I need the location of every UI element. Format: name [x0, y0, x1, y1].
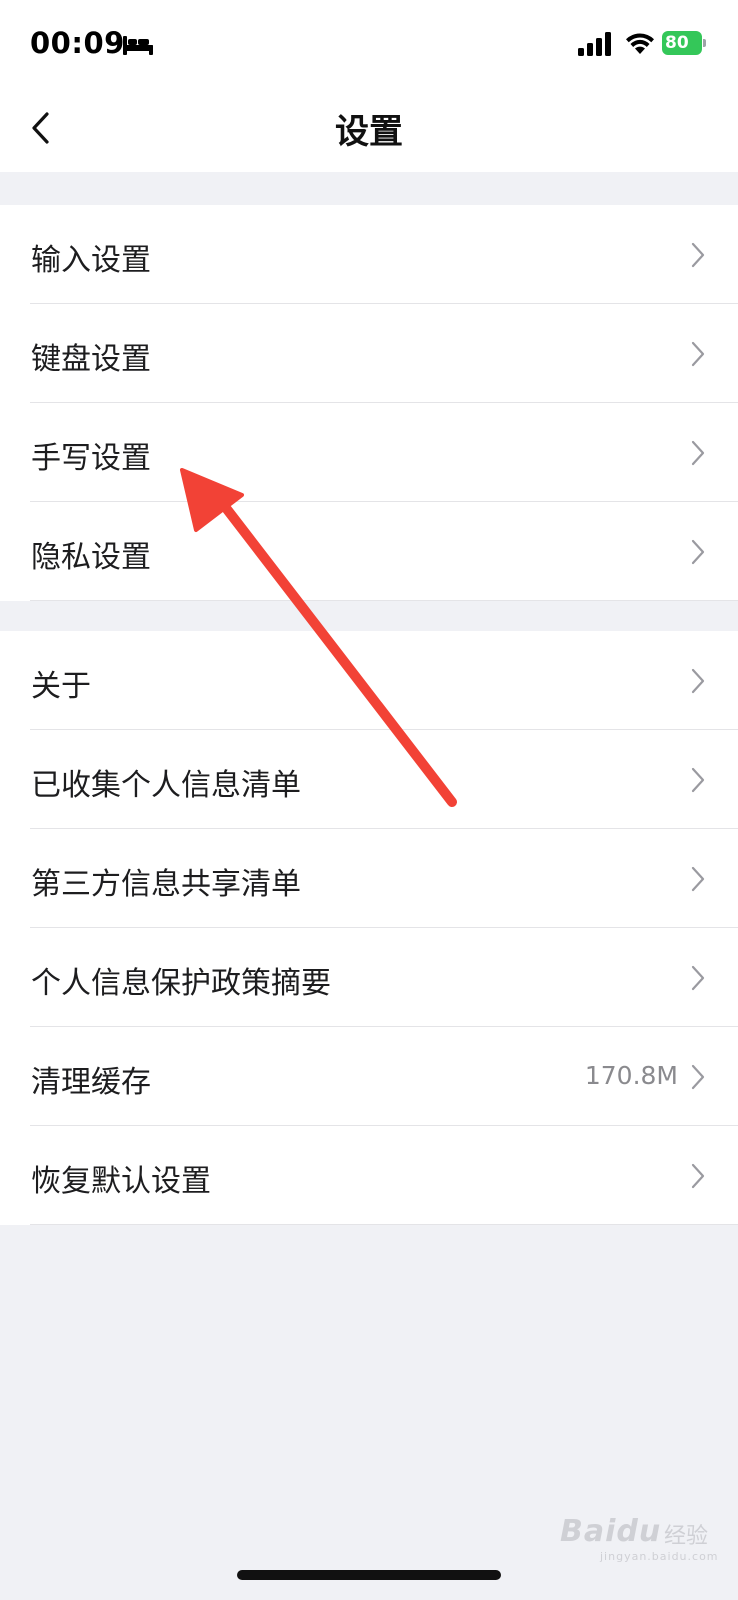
battery-icon: 80 [662, 31, 706, 55]
settings-row-label: 第三方信息共享清单 [31, 867, 301, 902]
settings-row-label: 个人信息保护政策摘要 [31, 966, 331, 1001]
watermark-cn: 经验 [664, 1524, 709, 1549]
settings-row-about[interactable]: 关于 [0, 631, 738, 730]
bed-icon [123, 36, 153, 55]
settings-row-label: 隐私设置 [31, 540, 151, 575]
settings-row-input[interactable]: 输入设置 [0, 205, 738, 304]
chevron-right-icon [691, 341, 705, 367]
chevron-right-icon [691, 668, 705, 694]
wifi-icon [626, 33, 654, 54]
settings-row-label: 清理缓存 [31, 1065, 151, 1100]
watermark-url: jingyan.baidu.com [600, 1550, 719, 1563]
chevron-right-icon [691, 965, 705, 991]
settings-row-clear-cache[interactable]: 清理缓存 170.8M [0, 1027, 738, 1126]
home-indicator [237, 1570, 501, 1580]
chevron-right-icon [691, 1064, 705, 1090]
settings-row-third-party-sharing[interactable]: 第三方信息共享清单 [0, 829, 738, 928]
chevron-right-icon [691, 242, 705, 268]
chevron-right-icon [691, 440, 705, 466]
settings-row-label: 键盘设置 [31, 342, 151, 377]
settings-row-collected-info[interactable]: 已收集个人信息清单 [0, 730, 738, 829]
battery-tip [703, 39, 706, 47]
status-time: 00:09 [30, 26, 125, 60]
settings-row-privacy[interactable]: 隐私设置 [0, 502, 738, 601]
settings-row-label: 关于 [31, 669, 91, 704]
watermark-brand: Baidu [560, 1514, 662, 1549]
settings-row-restore-defaults[interactable]: 恢复默认设置 [0, 1126, 738, 1225]
chevron-right-icon [691, 539, 705, 565]
settings-row-label: 输入设置 [31, 243, 151, 278]
signal-icon [578, 32, 611, 56]
navigation-bar: 设置 [0, 90, 738, 172]
chevron-right-icon [691, 866, 705, 892]
settings-row-label: 已收集个人信息清单 [31, 768, 301, 803]
battery-level: 80 [662, 31, 702, 55]
status-bar: 00:09 80 [0, 0, 738, 90]
settings-row-label: 恢复默认设置 [31, 1164, 211, 1199]
settings-group-input: 输入设置 键盘设置 手写设置 隐私设置 [0, 205, 738, 601]
settings-row-privacy-policy-summary[interactable]: 个人信息保护政策摘要 [0, 928, 738, 1027]
top-header: 00:09 80 设置 [0, 0, 738, 172]
cache-size-value: 170.8M [584, 1061, 678, 1090]
chevron-right-icon [691, 1163, 705, 1189]
settings-row-keyboard[interactable]: 键盘设置 [0, 304, 738, 403]
settings-group-info: 关于 已收集个人信息清单 第三方信息共享清单 个人信息保护政策摘要 清理缓存 1… [0, 631, 738, 1225]
chevron-right-icon [691, 767, 705, 793]
page-title: 设置 [335, 112, 403, 152]
settings-row-handwriting[interactable]: 手写设置 [0, 403, 738, 502]
settings-row-label: 手写设置 [31, 441, 151, 476]
baidu-watermark: Baidu 经验 jingyan.baidu.com [560, 1510, 720, 1563]
